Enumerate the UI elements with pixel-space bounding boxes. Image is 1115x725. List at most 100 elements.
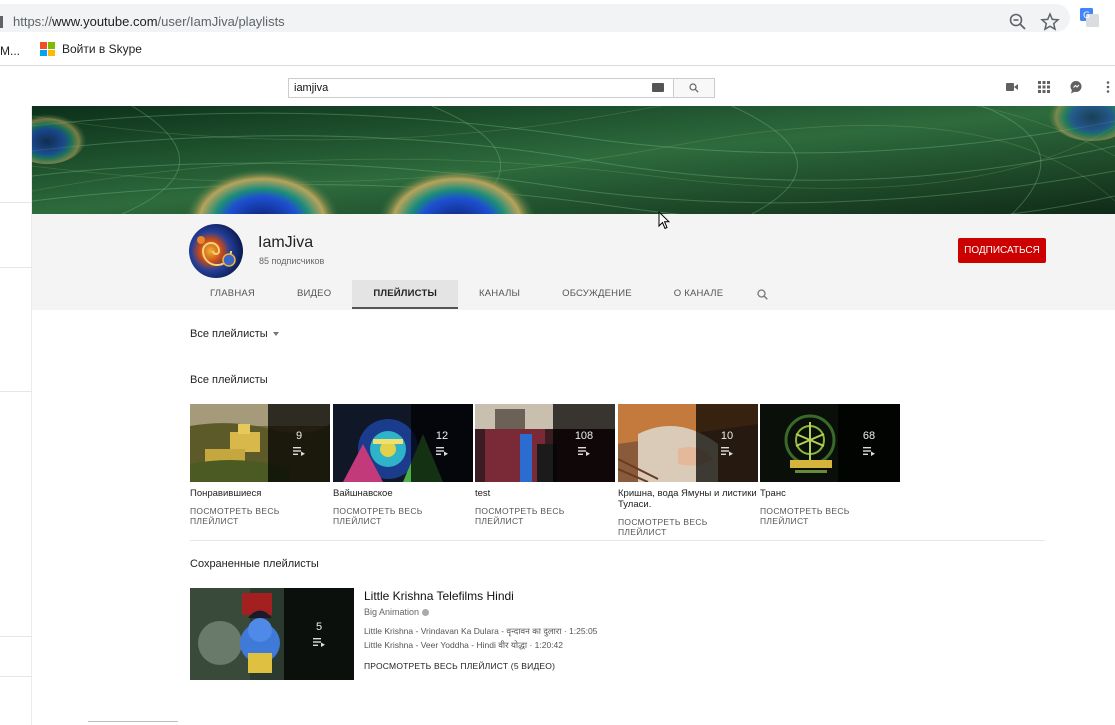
channel-header: IamJiva 85 подписчиков ПОДПИСАТЬСЯ ГЛАВН… [32,214,1115,310]
tab-discussion[interactable]: ОБСУЖДЕНИЕ [541,280,653,309]
guide-divider [0,267,32,268]
verified-badge-icon [422,608,430,616]
channel-tabs: ГЛАВНАЯ ВИДЕО ПЛЕЙЛИСТЫ КАНАЛЫ ОБСУЖДЕНИ… [189,280,780,309]
view-full-playlist-link[interactable]: ПОСМОТРЕТЬ ВЕСЬ ПЛЕЙЛИСТ [333,506,473,526]
bookmarks-bar: M... Войти в Skype [0,36,1115,66]
playlist-card[interactable]: 9 Понравившиеся ПОСМОТРЕТЬ ВЕСЬ ПЛЕЙЛИСТ [190,404,330,526]
tab-channels[interactable]: КАНАЛЫ [458,280,541,309]
search-icon [757,289,768,300]
url-text[interactable]: https://www.youtube.com/user/IamJiva/pla… [13,14,285,29]
subscribe-button[interactable]: ПОДПИСАТЬСЯ [958,238,1046,263]
peacock-feather-banner-image [32,106,1115,214]
playlist-card[interactable]: 68 Транс ПОСМОТРЕТЬ ВЕСЬ ПЛЕЙЛИСТ [760,404,900,526]
playlist-thumbnail[interactable]: 9 [190,404,330,482]
guide-divider [0,391,32,392]
channel-banner [32,106,1115,214]
saved-playlist-title[interactable]: Little Krishna Telefilms Hindi [364,589,597,603]
playlist-count-overlay: 108 [553,404,615,482]
messages-icon[interactable] [1069,80,1083,94]
playlist-video-count: 9 [295,430,303,442]
browser-address-bar: https://www.youtube.com/user/IamJiva/pla… [0,0,1115,36]
all-playlists-heading: Все плейлисты [190,374,268,386]
playlist-icon [436,447,448,456]
more-vert-icon[interactable] [1101,80,1115,94]
section-divider [190,540,1045,541]
saved-playlist-video-item[interactable]: Little Krishna - Vrindavan Ka Dulara - व… [364,626,597,637]
view-full-playlist-link[interactable]: ПОСМОТРЕТЬ ВЕСЬ ПЛЕЙЛИСТ [475,506,615,526]
saved-playlist-video-count: 5 [315,621,323,633]
bookmark-item-first[interactable]: M... [0,44,20,58]
search-button[interactable] [673,78,715,98]
tab-about[interactable]: О КАНАЛЕ [653,280,744,309]
apps-grid-icon[interactable] [1037,80,1051,94]
playlist-video-count: 10 [720,430,734,442]
search-icon [689,83,699,93]
bookmark-skype-label: Войти в Skype [62,42,142,56]
svg-text:G: G [1083,11,1090,21]
tab-videos[interactable]: ВИДЕО [276,280,352,309]
playlist-title[interactable]: test [475,488,615,499]
playlist-count-overlay: 9 [268,404,330,482]
filter-label: Все плейлисты [190,328,268,340]
playlist-title[interactable]: Кришна, вода Ямуны и листики Туласи. [618,488,758,510]
playlist-thumbnail[interactable]: 68 [760,404,900,482]
fractal-avatar-image [189,224,243,278]
channel-name: IamJiva [258,234,314,251]
author-name[interactable]: Big Animation [364,607,419,617]
saved-playlist-video-item[interactable]: Little Krishna - Veer Yoddha - Hindi वीर… [364,640,597,651]
youtube-masthead: iamjiva [0,67,1115,106]
playlist-thumbnail[interactable]: 12 [333,404,473,482]
horizontal-scrollbar[interactable] [88,721,178,725]
mouse-cursor-icon [658,211,670,230]
tab-playlists[interactable]: ПЛЕЙЛИСТЫ [352,280,458,309]
playlist-title[interactable]: Понравившиеся [190,488,330,499]
playlist-icon [578,447,590,456]
playlist-title[interactable]: Транс [760,488,900,499]
playlist-video-count: 108 [574,430,594,442]
playlist-thumbnail[interactable]: 10 [618,404,758,482]
view-full-playlist-link[interactable]: ПОСМОТРЕТЬ ВЕСЬ ПЛЕЙЛИСТ [190,506,330,526]
guide-divider [0,676,32,677]
saved-playlist-info: Little Krishna Telefilms Hindi Big Anima… [364,589,597,671]
microsoft-logo-icon [40,42,55,56]
url-field[interactable]: https://www.youtube.com/user/IamJiva/pla… [0,4,1070,32]
playlist-count-overlay: 10 [696,404,758,482]
upload-video-icon[interactable] [1005,80,1019,94]
playlist-card[interactable]: 12 Вайшнавское ПОСМОТРЕТЬ ВЕСЬ ПЛЕЙЛИСТ [333,404,473,526]
saved-playlists-heading: Сохраненные плейлисты [190,558,319,570]
bookmark-item-skype[interactable]: Войти в Skype [40,42,142,56]
guide-divider [0,202,32,203]
view-full-playlist-link[interactable]: ПОСМОТРЕТЬ ВЕСЬ ПЛЕЙЛИСТ [618,517,758,537]
playlists-content: Все плейлисты Все плейлисты 9 Понравивши… [32,310,1115,725]
url-domain: www.youtube.com [52,14,158,29]
tab-home[interactable]: ГЛАВНАЯ [189,280,276,309]
playlist-icon [293,447,305,456]
channel-search-button[interactable] [744,280,780,309]
search-input[interactable]: iamjiva [288,78,673,98]
zoom-out-icon[interactable] [1008,12,1028,32]
saved-playlist-author: Big Animation [364,607,597,617]
search-box: iamjiva [288,78,715,98]
bookmark-star-icon[interactable] [1040,12,1060,32]
channel-avatar[interactable] [189,224,243,278]
google-translate-icon[interactable]: G [1080,8,1099,27]
view-full-playlist-link[interactable]: ПОСМОТРЕТЬ ВЕСЬ ПЛЕЙЛИСТ [760,506,900,526]
keyboard-icon[interactable] [652,83,664,92]
playlist-title[interactable]: Вайшнавское [333,488,473,499]
playlist-video-count: 68 [862,430,876,442]
search-input-value: iamjiva [294,82,329,94]
playlist-count-overlay: 12 [411,404,473,482]
playlist-icon [313,638,325,647]
chevron-down-icon [272,332,279,336]
playlist-filter-dropdown[interactable]: Все плейлисты [190,328,279,340]
saved-playlist-thumbnail[interactable]: 5 [190,588,354,680]
playlist-card[interactable]: 10 Кришна, вода Ямуны и листики Туласи. … [618,404,758,537]
url-prefix: https:// [13,14,53,29]
view-full-saved-playlist-link[interactable]: ПРОСМОТРЕТЬ ВЕСЬ ПЛЕЙЛИСТ (5 ВИДЕО) [364,661,597,671]
guide-divider [0,636,32,637]
url-path: /user/IamJiva/playlists [157,14,285,29]
playlist-card[interactable]: 108 test ПОСМОТРЕТЬ ВЕСЬ ПЛЕЙЛИСТ [475,404,615,526]
playlist-thumbnail[interactable]: 108 [475,404,615,482]
site-info-icon[interactable] [0,16,3,28]
playlist-count-overlay: 68 [838,404,900,482]
